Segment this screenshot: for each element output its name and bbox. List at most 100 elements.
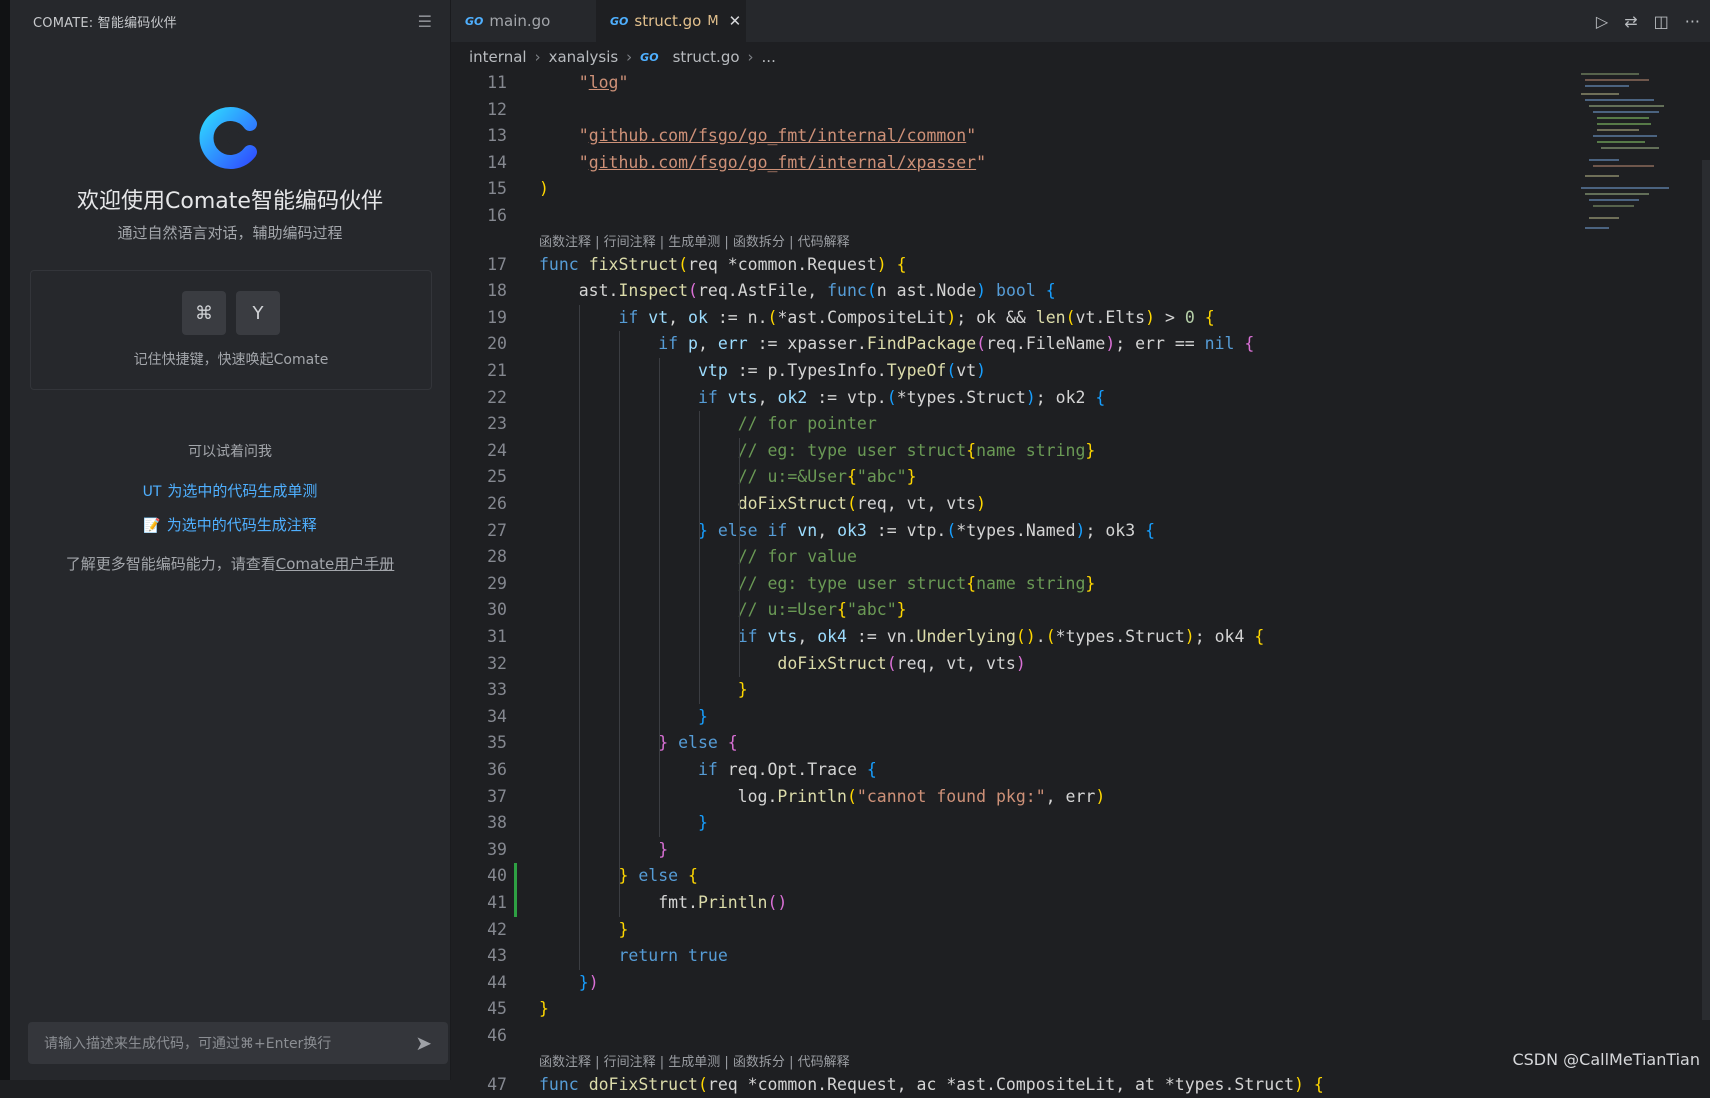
code-line[interactable]: 16	[451, 203, 1551, 229]
code-line[interactable]: 35 } else {	[451, 730, 1551, 756]
code-line[interactable]: 38 }	[451, 810, 1551, 836]
code-text[interactable]: // eg: type user struct{name string}	[539, 571, 1096, 597]
code-text[interactable]: }	[539, 996, 549, 1022]
try-asking-label: 可以试着问我	[188, 444, 272, 460]
tab-struct-go[interactable]: GO struct.go M ✕	[596, 0, 746, 42]
breadcrumb-item[interactable]: xanalysis	[549, 48, 619, 66]
breadcrumb-item[interactable]: internal	[469, 48, 527, 66]
code-line[interactable]: 12	[451, 97, 1551, 123]
suggestion-generate-comment[interactable]: 📝 为选中的代码生成注释	[10, 514, 450, 535]
git-added-indicator[interactable]	[514, 863, 517, 917]
code-line[interactable]: 36 if req.Opt.Trace {	[451, 757, 1551, 783]
code-text[interactable]: }	[539, 677, 748, 703]
code-line[interactable]: 14 "github.com/fsgo/go_fmt/internal/xpas…	[451, 150, 1551, 176]
indent-guide	[739, 437, 740, 678]
code-line[interactable]: 32 doFixStruct(req, vt, vts)	[451, 651, 1551, 677]
minimap[interactable]	[1579, 70, 1674, 240]
code-text[interactable]: ast.Inspect(req.AstFile, func(n ast.Node…	[539, 278, 1056, 304]
vertical-scrollbar[interactable]	[1702, 160, 1710, 1020]
more-actions-icon[interactable]: ···	[1685, 12, 1700, 31]
code-line[interactable]: 42 }	[451, 917, 1551, 943]
code-text[interactable]: if vts, ok4 := vn.Underlying().(*types.S…	[539, 624, 1265, 650]
code-line[interactable]: 37 log.Println("cannot found pkg:", err)	[451, 784, 1551, 810]
code-line[interactable]: 20 if p, err := xpasser.FindPackage(req.…	[451, 331, 1551, 357]
code-line[interactable]: 33 }	[451, 677, 1551, 703]
code-text[interactable]: if req.Opt.Trace {	[539, 757, 877, 783]
menu-icon[interactable]: ☰	[418, 12, 432, 31]
code-text[interactable]: doFixStruct(req, vt, vts)	[539, 651, 1025, 677]
code-line[interactable]: 40 } else {	[451, 863, 1551, 889]
send-icon[interactable]: ➤	[415, 1031, 432, 1055]
code-text[interactable]: })	[539, 970, 599, 996]
code-line[interactable]: 22 if vts, ok2 := vtp.(*types.Struct); o…	[451, 385, 1551, 411]
code-line[interactable]: 31 if vts, ok4 := vn.Underlying().(*type…	[451, 624, 1551, 650]
code-line[interactable]: 19 if vt, ok := n.(*ast.CompositeLit); o…	[451, 305, 1551, 331]
code-text[interactable]: // u:=&User{"abc"}	[539, 464, 917, 490]
code-text[interactable]: log.Println("cannot found pkg:", err)	[539, 784, 1106, 810]
code-text[interactable]: // eg: type user struct{name string}	[539, 438, 1096, 464]
codelens-actions[interactable]: 函数注释 | 行间注释 | 生成单测 | 函数拆分 | 代码解释	[539, 1052, 850, 1074]
run-icon[interactable]: ▷	[1596, 12, 1608, 31]
code-text[interactable]: } else {	[539, 730, 738, 756]
suggestion-generate-unit-test[interactable]: UT 为选中的代码生成单测	[10, 480, 450, 501]
chat-input[interactable]: 请输入描述来生成代码，可通过⌘+Enter换行 ➤	[28, 1022, 448, 1064]
close-icon[interactable]: ✕	[729, 12, 742, 30]
code-text[interactable]: return true	[539, 943, 727, 969]
codelens-actions[interactable]: 函数注释 | 行间注释 | 生成单测 | 函数拆分 | 代码解释	[539, 232, 850, 254]
code-text[interactable]: if vts, ok2 := vtp.(*types.Struct); ok2 …	[539, 385, 1105, 411]
code-line[interactable]: 11 "log"	[451, 70, 1551, 96]
code-text[interactable]: }	[539, 704, 708, 730]
learn-more-text: 了解更多智能编码能力，请查看	[65, 555, 276, 573]
code-line[interactable]: 18 ast.Inspect(req.AstFile, func(n ast.N…	[451, 278, 1551, 304]
code-line[interactable]: 27 } else if vn, ok3 := vtp.(*types.Name…	[451, 518, 1551, 544]
y-key: Y	[236, 291, 280, 335]
code-line[interactable]: 25 // u:=&User{"abc"}	[451, 464, 1551, 490]
code-text[interactable]: "github.com/fsgo/go_fmt/internal/common"	[539, 123, 976, 149]
code-text[interactable]: }	[539, 810, 708, 836]
code-text[interactable]: }	[539, 837, 668, 863]
code-line[interactable]: 43 return true	[451, 943, 1551, 969]
code-line[interactable]: 30 // u:=User{"abc"}	[451, 597, 1551, 623]
code-line[interactable]: 15)	[451, 176, 1551, 202]
code-text[interactable]: if p, err := xpasser.FindPackage(req.Fil…	[539, 331, 1254, 357]
line-number: 43	[487, 946, 507, 966]
code-line[interactable]: 45}	[451, 996, 1551, 1022]
code-text[interactable]: "github.com/fsgo/go_fmt/internal/xpasser…	[539, 150, 986, 176]
line-number: 34	[487, 706, 507, 726]
code-text[interactable]: // for value	[539, 544, 857, 570]
split-editor-icon[interactable]: ◫	[1654, 12, 1669, 31]
code-line[interactable]: 29 // eg: type user struct{name string}	[451, 571, 1551, 597]
code-text[interactable]: if vt, ok := n.(*ast.CompositeLit); ok &…	[539, 305, 1214, 331]
line-number: 39	[487, 839, 507, 859]
code-line[interactable]: 13 "github.com/fsgo/go_fmt/internal/comm…	[451, 123, 1551, 149]
code-text[interactable]: "log"	[539, 70, 629, 96]
code-line[interactable]: 39 }	[451, 837, 1551, 863]
code-text[interactable]: }	[539, 917, 628, 943]
code-text[interactable]: fmt.Println()	[539, 890, 787, 916]
breadcrumb-item[interactable]: ...	[762, 48, 776, 66]
code-text[interactable]: // u:=User{"abc"}	[539, 597, 907, 623]
code-line[interactable]: 17 func fixStruct(req *common.Request) {	[451, 252, 1551, 278]
code-line[interactable]: 23 // for pointer	[451, 411, 1551, 437]
code-line[interactable]: 44 })	[451, 970, 1551, 996]
tab-main-go[interactable]: GO main.go	[451, 0, 596, 42]
code-line[interactable]: 24 // eg: type user struct{name string}	[451, 438, 1551, 464]
code-text[interactable]: vtp := p.TypesInfo.TypeOf(vt)	[539, 358, 986, 384]
code-line[interactable]: 28 // for value	[451, 544, 1551, 570]
code-line[interactable]: 26 doFixStruct(req, vt, vts)	[451, 491, 1551, 517]
code-text[interactable]: )	[539, 176, 549, 202]
code-line[interactable]: 21 vtp := p.TypesInfo.TypeOf(vt)	[451, 358, 1551, 384]
code-text[interactable]: func fixStruct(req *common.Request) {	[539, 252, 907, 278]
code-text[interactable]: doFixStruct(req, vt, vts)	[539, 491, 986, 517]
code-text[interactable]: } else if vn, ok3 := vtp.(*types.Named);…	[539, 518, 1155, 544]
code-line[interactable]: 41 fmt.Println()	[451, 890, 1551, 916]
breadcrumb-item[interactable]: struct.go	[673, 48, 740, 66]
user-manual-link[interactable]: Comate用户手册	[276, 555, 395, 573]
indent-guide	[619, 331, 620, 917]
code-line[interactable]: 34 }	[451, 704, 1551, 730]
code-text[interactable]: func doFixStruct(req *common.Request, ac…	[539, 1072, 1324, 1098]
code-line[interactable]: 47 func doFixStruct(req *common.Request, …	[451, 1072, 1551, 1098]
compare-changes-icon[interactable]: ⇄	[1624, 12, 1637, 31]
code-line[interactable]: 46	[451, 1023, 1551, 1049]
code-text[interactable]: // for pointer	[539, 411, 877, 437]
